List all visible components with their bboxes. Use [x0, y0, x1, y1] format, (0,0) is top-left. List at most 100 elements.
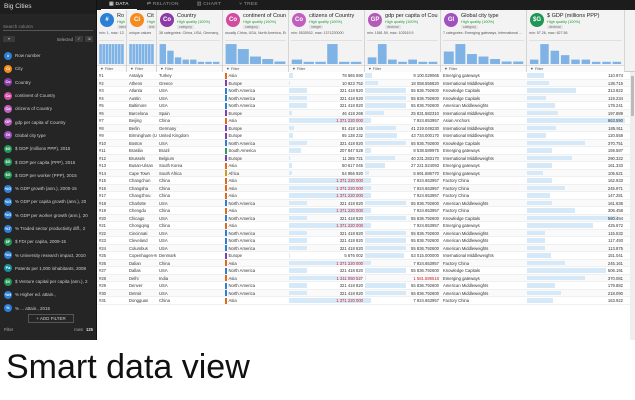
table-cell[interactable]: Barcelona [127, 110, 157, 117]
table-cell[interactable]: #12 [97, 155, 127, 162]
table-cell[interactable]: 55 836.792600 [365, 245, 441, 252]
table-cell[interactable]: North America [223, 290, 289, 296]
table-cell[interactable]: North America [223, 87, 289, 94]
table-cell[interactable]: Europe [223, 132, 289, 139]
table-cell[interactable]: 50 617 045 [289, 162, 365, 169]
table-cell[interactable]: 7 924.653957 [365, 222, 441, 229]
column-filter[interactable]: ▼ Filter [223, 65, 288, 72]
table-cell[interactable]: Dongguan [127, 297, 157, 304]
table-cell[interactable]: Columbus [127, 245, 157, 252]
table-row[interactable]: #16 Changsha China Asia 1 371 220 000 7 924.6… [97, 184, 635, 192]
table-row[interactable]: #18 Charlotte USA North America 321 418 820 5… [97, 199, 635, 207]
table-cell[interactable]: China [157, 177, 223, 184]
table-row[interactable]: #24 Columbus USA North America 321 418 820 55… [97, 244, 635, 252]
table-cell[interactable]: China [157, 117, 223, 124]
table-cell[interactable]: United Kingdom [157, 132, 223, 139]
table-cell[interactable]: 10 923 752 [289, 80, 365, 87]
table-cell[interactable]: American Middleweights [441, 102, 527, 109]
table-cell[interactable]: Asia [223, 222, 289, 229]
table-cell[interactable]: #30 [97, 290, 127, 297]
table-cell[interactable]: 1 371 220 000 [289, 260, 365, 267]
table-cell[interactable]: 7 924.653957 [365, 192, 441, 199]
table-row[interactable]: #3 Atlanta USA North America 321 418 820 55 8… [97, 87, 635, 95]
table-cell[interactable]: Brussels [127, 155, 157, 162]
table-cell[interactable]: Birmingham (UK) [127, 132, 157, 139]
sidebar-column-item[interactable]: GP gdp per capita of Country [0, 115, 97, 128]
table-cell[interactable]: 55 836.792600 [365, 95, 441, 102]
table-row[interactable]: #13 Busan-Ulsan South Korea Asia 50 617 045 2… [97, 162, 635, 170]
table-cell[interactable]: North America [223, 245, 289, 251]
add-filter-button[interactable]: + ADD FILTER [28, 314, 74, 323]
table-cell[interactable]: China [157, 222, 223, 229]
table-cell[interactable]: Cincinnati [127, 230, 157, 237]
table-cell[interactable]: 321 418 820 [289, 102, 365, 109]
sidebar-column-item[interactable]: %G% GDP growth (ann.), 2000-15 [0, 182, 97, 195]
table-row[interactable]: #10 Boston USA North America 321 418 820 55 8… [97, 139, 635, 147]
table-cell[interactable]: North America [223, 215, 289, 221]
table-cell[interactable]: Chongqing [127, 222, 157, 229]
table-cell[interactable]: 1 581.589518 [365, 275, 441, 282]
table-cell[interactable]: Factory China [441, 260, 527, 267]
table-cell[interactable]: 8 538.589975 [365, 147, 441, 154]
column-header[interactable]: Gl Global city type High quality (100%) … [441, 10, 527, 72]
table-cell[interactable]: USA [157, 282, 223, 289]
table-cell[interactable]: Athens [127, 80, 157, 87]
table-cell[interactable]: Atlanta [127, 87, 157, 94]
table-cell[interactable]: 207 847 528 [289, 147, 365, 154]
table-row[interactable]: #21 Chongqing China Asia 1 371 220 000 7 924.… [97, 222, 635, 230]
table-cell[interactable]: South Korea [157, 162, 223, 169]
table-cell[interactable]: Austin [127, 95, 157, 102]
table-cell[interactable]: American Middleweights [441, 282, 527, 289]
table-cell[interactable]: North America [223, 230, 289, 236]
column-filter[interactable]: ▼ Filter [527, 65, 624, 72]
table-cell[interactable]: Busan-Ulsan [127, 162, 157, 169]
table-cell[interactable]: 506.191 [527, 267, 625, 274]
table-cell[interactable]: #31 [97, 297, 127, 304]
table-cell[interactable]: #8 [97, 125, 127, 132]
sidebar-column-item[interactable]: Co Country [0, 76, 97, 89]
table-cell[interactable]: South America [223, 147, 289, 154]
table-row[interactable]: #27 Dallas USA North America 321 418 820 55 8… [97, 267, 635, 275]
table-cell[interactable]: Cleveland [127, 237, 157, 244]
table-cell[interactable]: Chicago [127, 215, 157, 222]
table-cell[interactable]: 55 836.792600 [365, 230, 441, 237]
table-cell[interactable]: 7 924.653957 [365, 185, 441, 192]
table-cell[interactable]: International Middleweights [441, 132, 527, 139]
table-cell[interactable]: 55 836.792600 [365, 102, 441, 109]
sidebar-column-item[interactable]: # Row number [0, 49, 97, 62]
table-cell[interactable]: Europe [223, 252, 289, 259]
table-cell[interactable]: Spain [157, 110, 223, 117]
table-cell[interactable]: 290.322 [527, 155, 625, 162]
table-cell[interactable]: 7 924.653957 [365, 177, 441, 184]
table-cell[interactable]: #20 [97, 215, 127, 222]
table-cell[interactable]: Europe [223, 110, 289, 116]
table-cell[interactable]: 162.933 [527, 177, 625, 184]
table-cell[interactable]: Knowledge Capitals [441, 95, 527, 102]
table-cell[interactable]: Dallas [127, 267, 157, 274]
table-cell[interactable]: Factory China [441, 177, 527, 184]
table-cell[interactable]: 321 418 820 [289, 140, 365, 147]
table-cell[interactable]: #26 [97, 260, 127, 267]
table-cell[interactable]: 163.922 [527, 297, 625, 304]
table-row[interactable]: #8 Berlin Germany Europe 81 418 145 41 219.04… [97, 124, 635, 132]
table-row[interactable]: #31 Dongguan China Asia 1 371 220 000 7 924.6… [97, 297, 635, 305]
table-cell[interactable]: Denmark [157, 252, 223, 259]
table-cell[interactable]: Belgium [157, 155, 223, 162]
table-cell[interactable]: 245.161 [527, 260, 625, 267]
table-cell[interactable]: 120.558 [527, 132, 625, 139]
table-cell[interactable]: North America [223, 140, 289, 146]
table-row[interactable]: #7 Beijing China Asia 1 371 220 000 7 924.653… [97, 117, 635, 125]
table-cell[interactable]: 81 418 145 [289, 125, 365, 132]
table-cell[interactable]: Asia [223, 162, 289, 169]
table-cell[interactable]: 55 836.792600 [365, 87, 441, 94]
table-cell[interactable]: #22 [97, 230, 127, 237]
table-cell[interactable]: Knowledge Capitals [441, 267, 527, 274]
table-cell[interactable]: #1 [97, 72, 127, 79]
table-cell[interactable]: #3 [97, 87, 127, 94]
table-row[interactable]: #15 Changchun China Asia 1 371 220 000 7 924.… [97, 177, 635, 185]
column-header[interactable]: Co Country High quality (100%) category … [157, 10, 223, 72]
column-filter[interactable]: ▼ Filter [441, 65, 526, 72]
table-cell[interactable]: USA [157, 290, 223, 297]
sidebar-column-item[interactable]: %H% Higher ed. attain., [0, 288, 97, 301]
table-cell[interactable]: Factory China [441, 207, 527, 214]
